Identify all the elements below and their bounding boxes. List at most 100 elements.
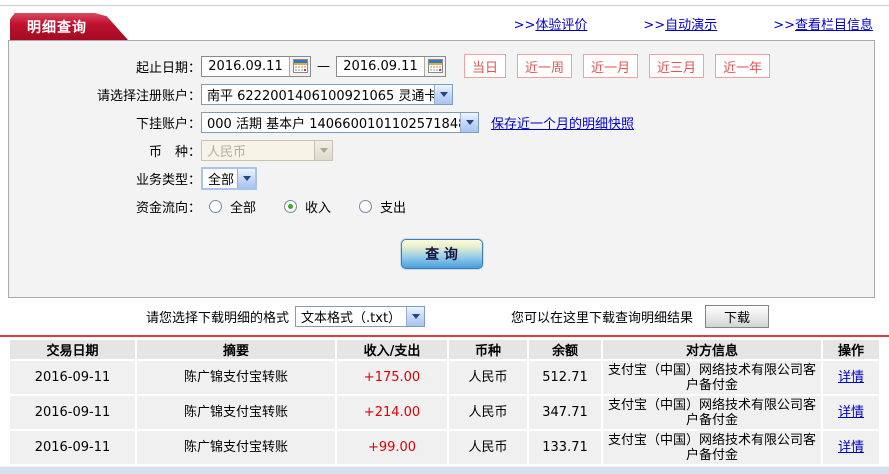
cell-summary: 陈广锦支付宝转账 bbox=[137, 396, 335, 429]
link-label: 体验评价 bbox=[535, 17, 588, 33]
calendar-icon[interactable] bbox=[424, 56, 445, 76]
col-summary: 摘要 bbox=[137, 340, 335, 359]
download-format-value: 文本格式（.txt） bbox=[301, 310, 402, 326]
link-auto-demo[interactable]: >>自动演示 bbox=[643, 14, 717, 33]
cell-counterparty: 支付宝（中国）网络技术有限公司客户备付金 bbox=[603, 396, 821, 429]
currency-row: 币 种： 人民币 bbox=[9, 139, 874, 161]
sub-account-value: 000 活期 基本户 1406600101102571848 bbox=[207, 116, 460, 132]
detail-query-page: 明细查询 >>体验评价 >>自动演示 >>查看栏目信息 起止日期： 2016.0… bbox=[0, 0, 889, 474]
col-counterparty: 对方信息 bbox=[603, 340, 821, 359]
cell-date: 2016-09-11 bbox=[10, 396, 135, 429]
download-format-label: 请您选择下载明细的格式 bbox=[146, 310, 290, 326]
date-range-label: 起止日期： bbox=[135, 60, 201, 76]
flow-option-expense: 支出 bbox=[359, 197, 406, 216]
date-separator: — bbox=[317, 58, 330, 74]
chevron-down-icon bbox=[314, 140, 332, 160]
radio-income[interactable] bbox=[284, 199, 298, 213]
range-last-year-button[interactable]: 近一年 bbox=[715, 54, 771, 78]
cell-action: 详情 bbox=[823, 431, 879, 464]
query-button-row: 查 询 bbox=[9, 239, 874, 269]
chevron-down-icon[interactable] bbox=[406, 306, 425, 326]
business-type-row: 业务类型： 全部 bbox=[9, 166, 874, 190]
save-snapshot-link[interactable]: 保存近一个月的明细快照 bbox=[491, 113, 634, 132]
col-balance: 余额 bbox=[529, 340, 601, 359]
business-type-label: 业务类型： bbox=[135, 172, 201, 188]
table-row: 2016-09-11 陈广锦支付宝转账 +99.00 人民币 133.71 支付… bbox=[10, 431, 879, 464]
cell-counterparty: 支付宝（中国）网络技术有限公司客户备付金 bbox=[603, 361, 821, 394]
calendar-icon-glyph bbox=[292, 59, 308, 73]
cell-summary: 陈广锦支付宝转账 bbox=[137, 431, 335, 464]
top-links: >>体验评价 >>自动演示 >>查看栏目信息 bbox=[514, 14, 889, 33]
radio-all-label: 全部 bbox=[230, 200, 257, 216]
cell-balance: 347.71 bbox=[529, 396, 601, 429]
cell-summary: 陈广锦支付宝转账 bbox=[137, 361, 335, 394]
col-amount: 收入/支出 bbox=[337, 340, 447, 359]
download-button[interactable]: 下载 bbox=[705, 304, 770, 328]
table-header-row: 交易日期 摘要 收入/支出 币种 余额 对方信息 操作 bbox=[10, 340, 879, 359]
link-label: 查看栏目信息 bbox=[794, 17, 873, 33]
cell-balance: 133.71 bbox=[529, 431, 601, 464]
cell-balance: 512.71 bbox=[529, 361, 601, 394]
business-type-value: 全部 bbox=[208, 172, 235, 188]
registered-account-row: 请选择注册账户： 南平 6222001406100921065 灵通卡 bbox=[9, 83, 874, 105]
sub-account-select[interactable]: 000 活期 基本户 1406600101102571848 bbox=[201, 111, 479, 133]
page-title: 明细查询 bbox=[27, 19, 87, 36]
chevron-down-icon[interactable] bbox=[434, 84, 452, 104]
date-from-input[interactable]: 2016.09.11 bbox=[201, 55, 311, 77]
table-row: 2016-09-11 陈广锦支付宝转账 +175.00 人民币 512.71 支… bbox=[10, 361, 879, 394]
col-action: 操作 bbox=[823, 340, 879, 359]
sub-account-label: 下挂账户： bbox=[135, 116, 201, 132]
date-to-input[interactable]: 2016.09.11 bbox=[336, 55, 446, 77]
download-row: 请您选择下载明细的格式 文本格式（.txt） 您可以在这里下载查询明细结果 下载 bbox=[0, 298, 889, 334]
tab-detail-query: 明细查询 bbox=[10, 13, 128, 40]
cell-counterparty: 支付宝（中国）网络技术有限公司客户备付金 bbox=[603, 431, 821, 464]
cell-date: 2016-09-11 bbox=[10, 431, 135, 464]
currency-label: 币 种： bbox=[148, 144, 201, 160]
link-view-column-info[interactable]: >>查看栏目信息 bbox=[773, 14, 873, 33]
query-button[interactable]: 查 询 bbox=[400, 239, 483, 269]
registered-account-value: 南平 6222001406100921065 灵通卡 bbox=[207, 88, 434, 104]
link-prefix: >> bbox=[773, 17, 795, 33]
flow-option-income: 收入 bbox=[284, 197, 331, 216]
range-last-week-button[interactable]: 近一周 bbox=[517, 54, 573, 78]
range-last-3-months-button[interactable]: 近三月 bbox=[649, 54, 705, 78]
cell-currency: 人民币 bbox=[449, 361, 527, 394]
horizontal-scrollbar[interactable] bbox=[0, 466, 889, 474]
date-to-value: 2016.09.11 bbox=[343, 58, 418, 74]
registered-account-select[interactable]: 南平 6222001406100921065 灵通卡 bbox=[201, 83, 453, 105]
chevron-down-icon[interactable] bbox=[237, 168, 255, 188]
link-prefix: >> bbox=[513, 17, 536, 33]
cell-action: 详情 bbox=[823, 361, 879, 394]
detail-link[interactable]: 详情 bbox=[838, 440, 864, 455]
download-hint-label: 您可以在这里下载查询明细结果 bbox=[511, 310, 694, 326]
link-prefix: >> bbox=[643, 17, 666, 33]
link-label: 自动演示 bbox=[665, 17, 718, 33]
cell-amount: +214.00 bbox=[337, 396, 447, 429]
cell-amount: +175.00 bbox=[337, 361, 447, 394]
link-experience-review[interactable]: >>体验评价 bbox=[514, 14, 588, 33]
calendar-icon-glyph bbox=[427, 59, 443, 73]
detail-link[interactable]: 详情 bbox=[838, 370, 864, 385]
calendar-icon[interactable] bbox=[289, 56, 310, 76]
red-divider bbox=[0, 335, 889, 337]
download-format-select[interactable]: 文本格式（.txt） bbox=[295, 305, 426, 327]
transactions-table: 交易日期 摘要 收入/支出 币种 余额 对方信息 操作 2016-09-11 陈… bbox=[8, 338, 881, 466]
fund-flow-row: 资金流向： 全部 收入 支出 bbox=[9, 195, 874, 217]
range-last-month-button[interactable]: 近一月 bbox=[583, 54, 639, 78]
col-currency: 币种 bbox=[449, 340, 527, 359]
fund-flow-label: 资金流向： bbox=[135, 200, 201, 216]
table-row: 2016-09-11 陈广锦支付宝转账 +214.00 人民币 347.71 支… bbox=[10, 396, 879, 429]
chevron-down-icon[interactable] bbox=[460, 112, 478, 132]
business-type-select[interactable]: 全部 bbox=[201, 166, 257, 190]
date-range-row: 起止日期： 2016.09.11 — 2016.09.11 当日 近一周 近一月… bbox=[9, 54, 874, 78]
radio-all[interactable] bbox=[209, 199, 222, 213]
registered-account-label: 请选择注册账户： bbox=[96, 88, 201, 104]
query-form: 起止日期： 2016.09.11 — 2016.09.11 当日 近一周 近一月… bbox=[8, 40, 875, 298]
radio-expense[interactable] bbox=[359, 199, 373, 213]
radio-income-label: 收入 bbox=[305, 200, 332, 216]
range-today-button[interactable]: 当日 bbox=[464, 54, 507, 78]
date-from-value: 2016.09.11 bbox=[208, 58, 283, 74]
currency-value: 人民币 bbox=[207, 144, 247, 160]
detail-link[interactable]: 详情 bbox=[838, 405, 864, 420]
cell-date: 2016-09-11 bbox=[10, 361, 135, 394]
